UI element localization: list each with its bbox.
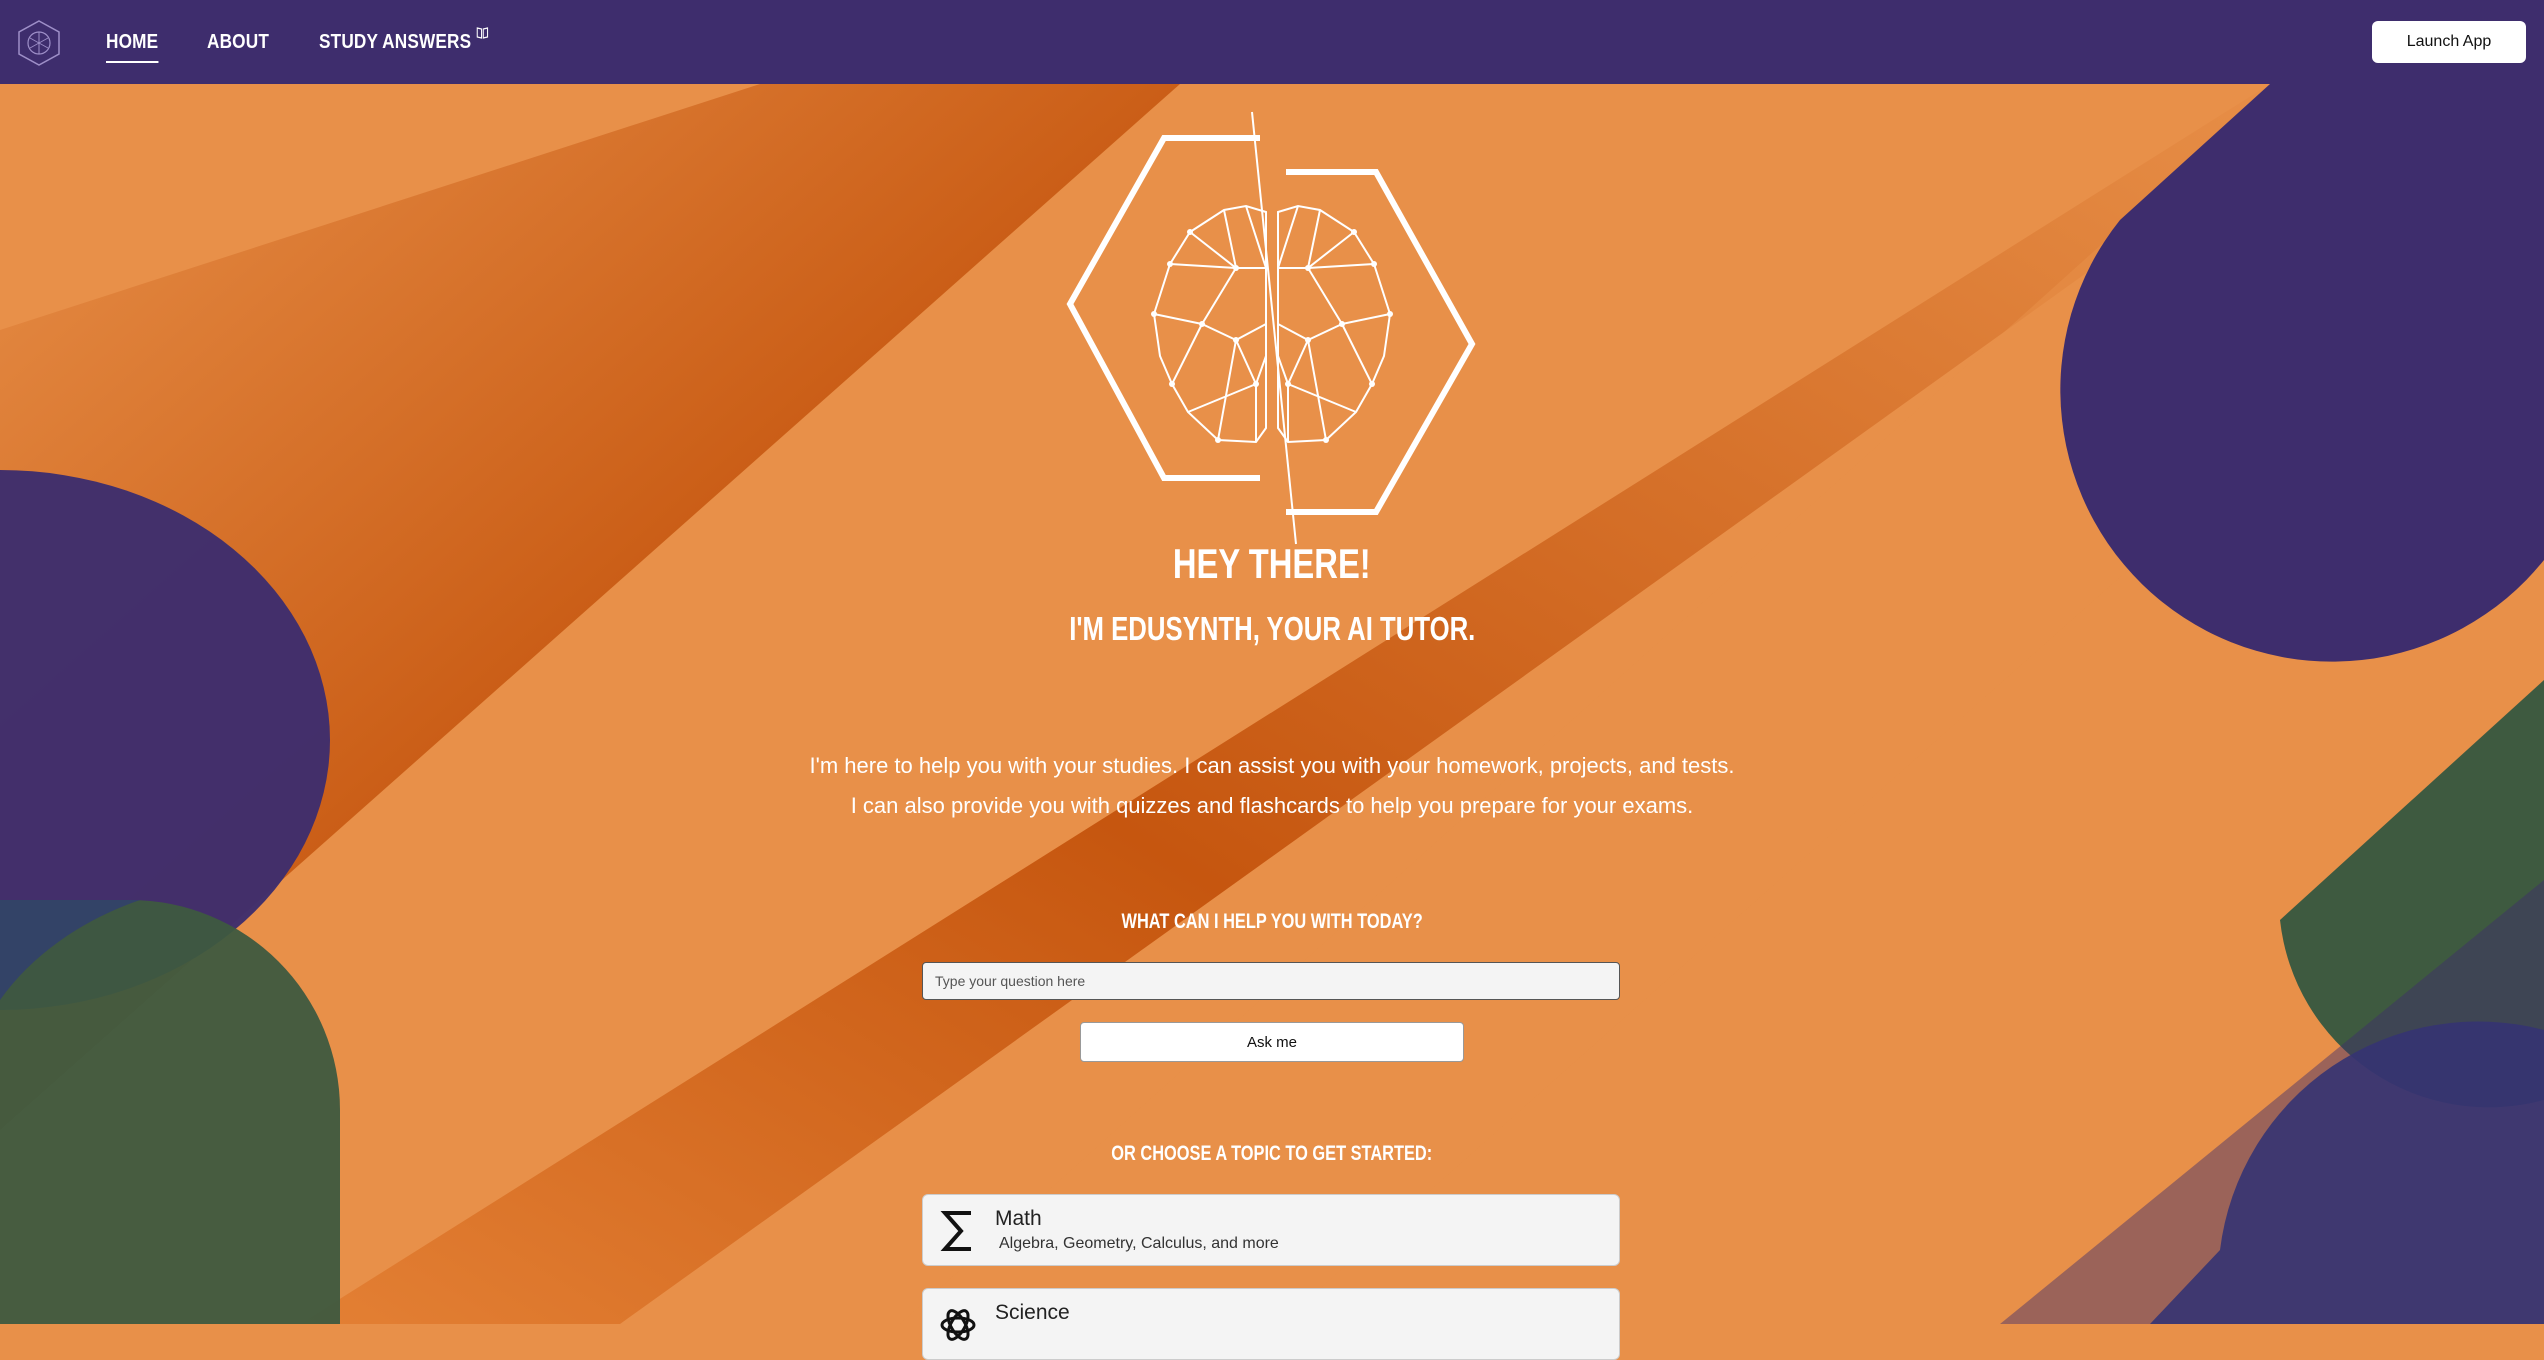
nav-link-home[interactable]: Home <box>106 30 159 63</box>
nav-link-about-label: About <box>206 30 269 53</box>
brain-hexagon-logo <box>1066 111 1476 545</box>
nav-link-about[interactable]: About <box>207 31 269 54</box>
topics-label: Or choose a topic to get started: <box>0 1142 2544 1166</box>
atom-icon <box>940 1309 976 1341</box>
hero-title: Hey there! <box>0 540 2544 588</box>
launch-app-button[interactable]: Launch App <box>2372 21 2526 63</box>
topic-subtitle: Algebra, Geometry, Calculus, and more <box>999 1235 1279 1252</box>
book-icon <box>476 26 489 39</box>
nav-link-study-answers[interactable]: Study Answers <box>318 26 489 54</box>
question-input[interactable] <box>922 962 1620 1000</box>
ask-label-text: What can I help you with today? <box>1121 910 1423 933</box>
topic-title: Science <box>995 1301 1070 1324</box>
topic-card-science[interactable]: Science <box>922 1288 1620 1360</box>
ask-label: What can I help you with today? <box>0 910 2544 934</box>
topics-label-text: Or choose a topic to get started: <box>1111 1142 1433 1165</box>
edusynth-logo-icon[interactable] <box>14 18 64 68</box>
top-nav: Home About Study Answers Launch App <box>0 0 2544 84</box>
hero-subtitle: I'm EduSynth, your AI tutor. <box>0 610 2544 648</box>
sigma-icon <box>940 1211 971 1251</box>
intro-line-2: I can also provide you with quizzes and … <box>850 793 1694 818</box>
hero-intro: I'm here to help you with your studies. … <box>0 746 2544 826</box>
topic-title: Math <box>995 1207 1042 1230</box>
hero-title-text: Hey there! <box>1173 540 1371 587</box>
nav-links: Home About Study Answers <box>106 0 556 84</box>
ask-me-button[interactable]: Ask me <box>1080 1022 1464 1062</box>
topic-card-math[interactable]: Math Algebra, Geometry, Calculus, and mo… <box>922 1194 1620 1266</box>
intro-line-1: I'm here to help you with your studies. … <box>809 753 1735 778</box>
nav-link-study-answers-label: Study Answers <box>318 30 472 53</box>
hero-subtitle-text: I'm EduSynth, your AI tutor. <box>1068 610 1476 647</box>
nav-link-home-label: Home <box>106 30 159 53</box>
